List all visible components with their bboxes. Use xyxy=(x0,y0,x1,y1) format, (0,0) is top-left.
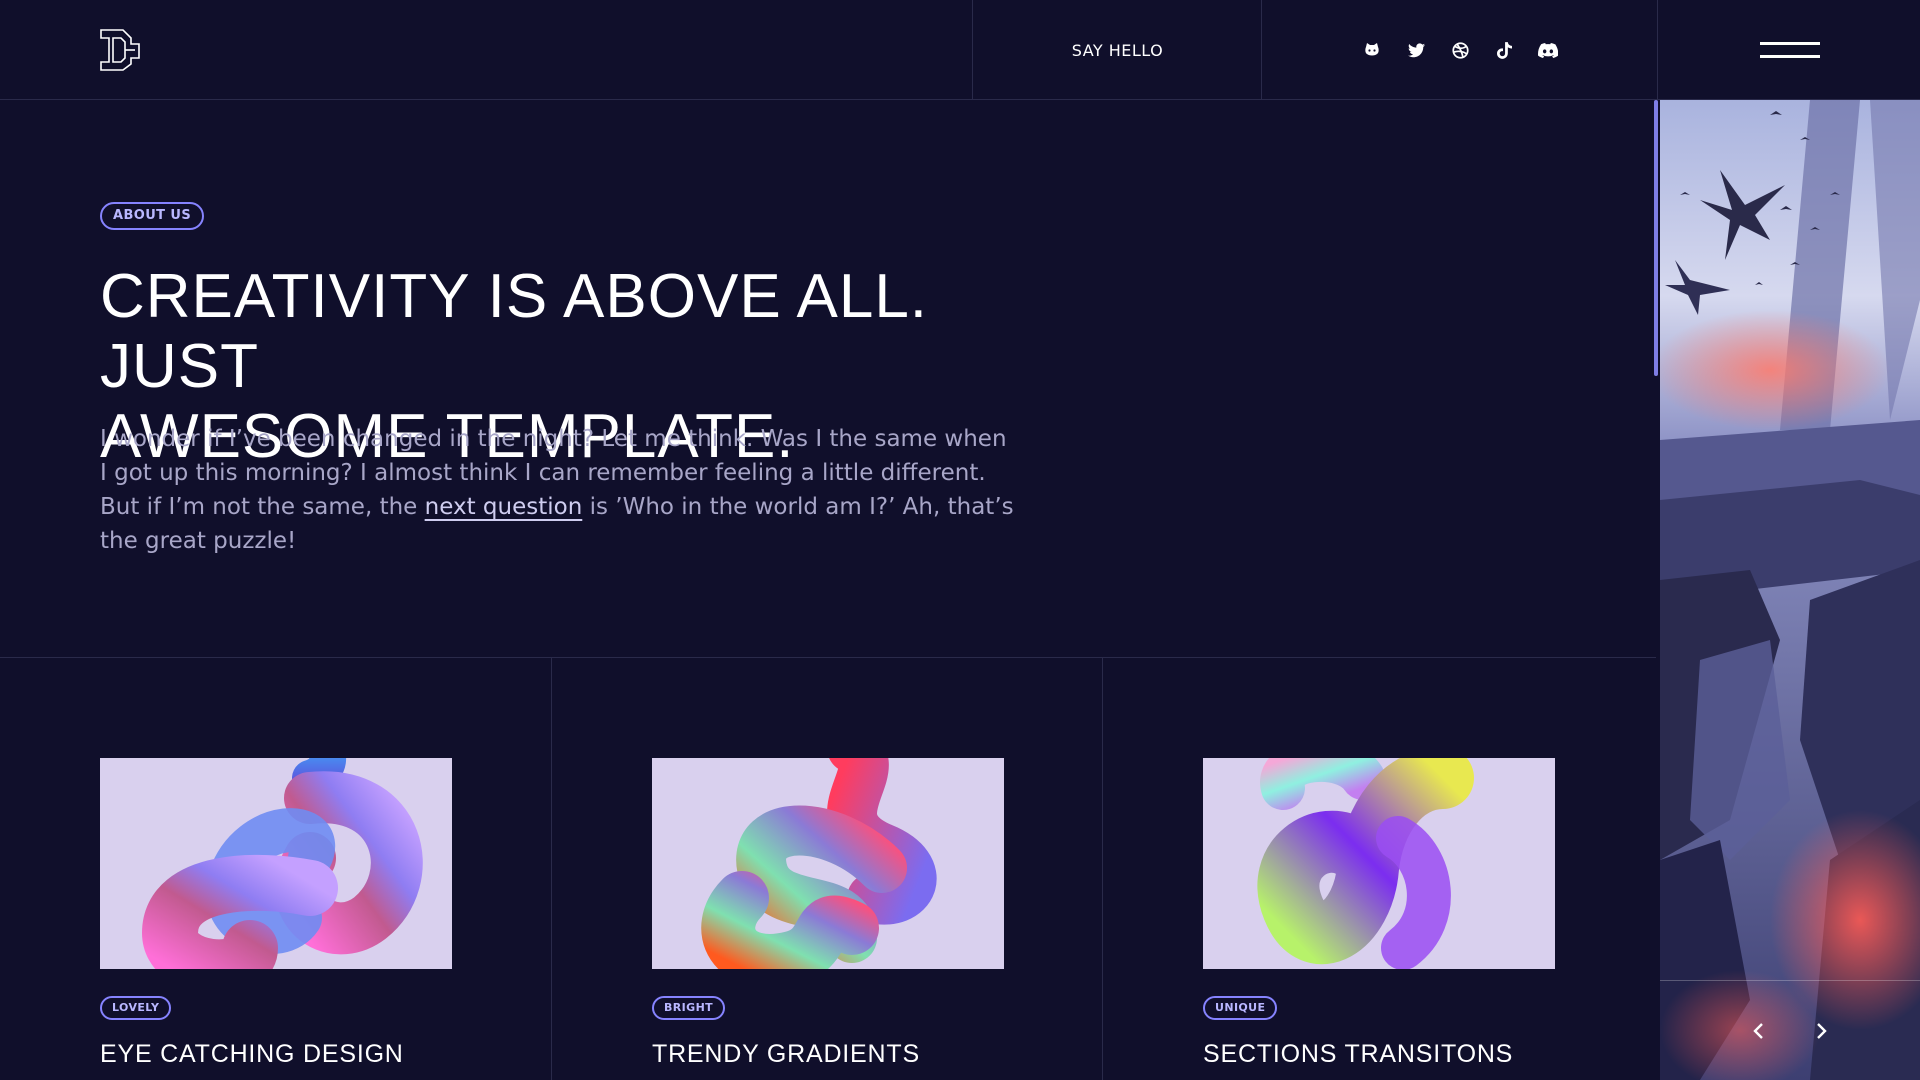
dribbble-icon[interactable] xyxy=(1450,40,1470,60)
card-title: EYE CATCHING DESIGN xyxy=(100,1040,404,1068)
feature-card[interactable]: LOVELY EYE CATCHING DESIGN xyxy=(100,758,452,1069)
title-line: CREATIVITY IS ABOVE ALL. JUST xyxy=(100,262,929,401)
gradient-blob-image xyxy=(100,758,452,969)
scrollbar-thumb[interactable] xyxy=(1654,100,1658,376)
feature-card[interactable]: UNIQUE SECTIONS TRANSITONS xyxy=(1203,758,1555,1069)
gradient-blob-image xyxy=(652,758,1004,969)
logo-icon[interactable] xyxy=(99,28,143,72)
chevron-left-icon[interactable] xyxy=(1746,1019,1770,1043)
about-us-badge: ABOUT US xyxy=(100,202,205,230)
header-divider xyxy=(1657,0,1658,100)
feature-card[interactable]: BRIGHT TRENDY GRADIENTS xyxy=(652,758,1004,1069)
github-icon[interactable] xyxy=(1362,40,1382,60)
site-header: SAY HELLO xyxy=(0,0,1920,100)
column-divider xyxy=(1102,657,1103,1080)
discord-icon[interactable] xyxy=(1538,40,1558,60)
twitter-icon[interactable] xyxy=(1406,40,1426,60)
fantasy-dragon-landscape-image xyxy=(1660,100,1920,1080)
chevron-right-icon[interactable] xyxy=(1810,1019,1834,1043)
next-question-link[interactable]: next question xyxy=(425,494,583,520)
card-title: SECTIONS TRANSITONS xyxy=(1203,1040,1514,1068)
hamburger-menu-icon[interactable] xyxy=(1660,0,1920,100)
card-badge: BRIGHT xyxy=(652,996,726,1020)
hero-paragraph: I wonder if I’ve been changed in the nig… xyxy=(100,422,1020,558)
card-badge: UNIQUE xyxy=(1203,996,1278,1020)
card-title: TRENDY GRADIENTS xyxy=(652,1040,920,1068)
gradient-blob-image xyxy=(1203,758,1555,969)
say-hello-link[interactable]: SAY HELLO xyxy=(973,0,1262,100)
tiktok-icon[interactable] xyxy=(1494,40,1514,60)
section-divider xyxy=(0,657,1656,658)
slider-nav xyxy=(1660,980,1920,1080)
column-divider xyxy=(551,657,552,1080)
card-badge: LOVELY xyxy=(100,996,172,1020)
social-links xyxy=(1262,0,1658,100)
